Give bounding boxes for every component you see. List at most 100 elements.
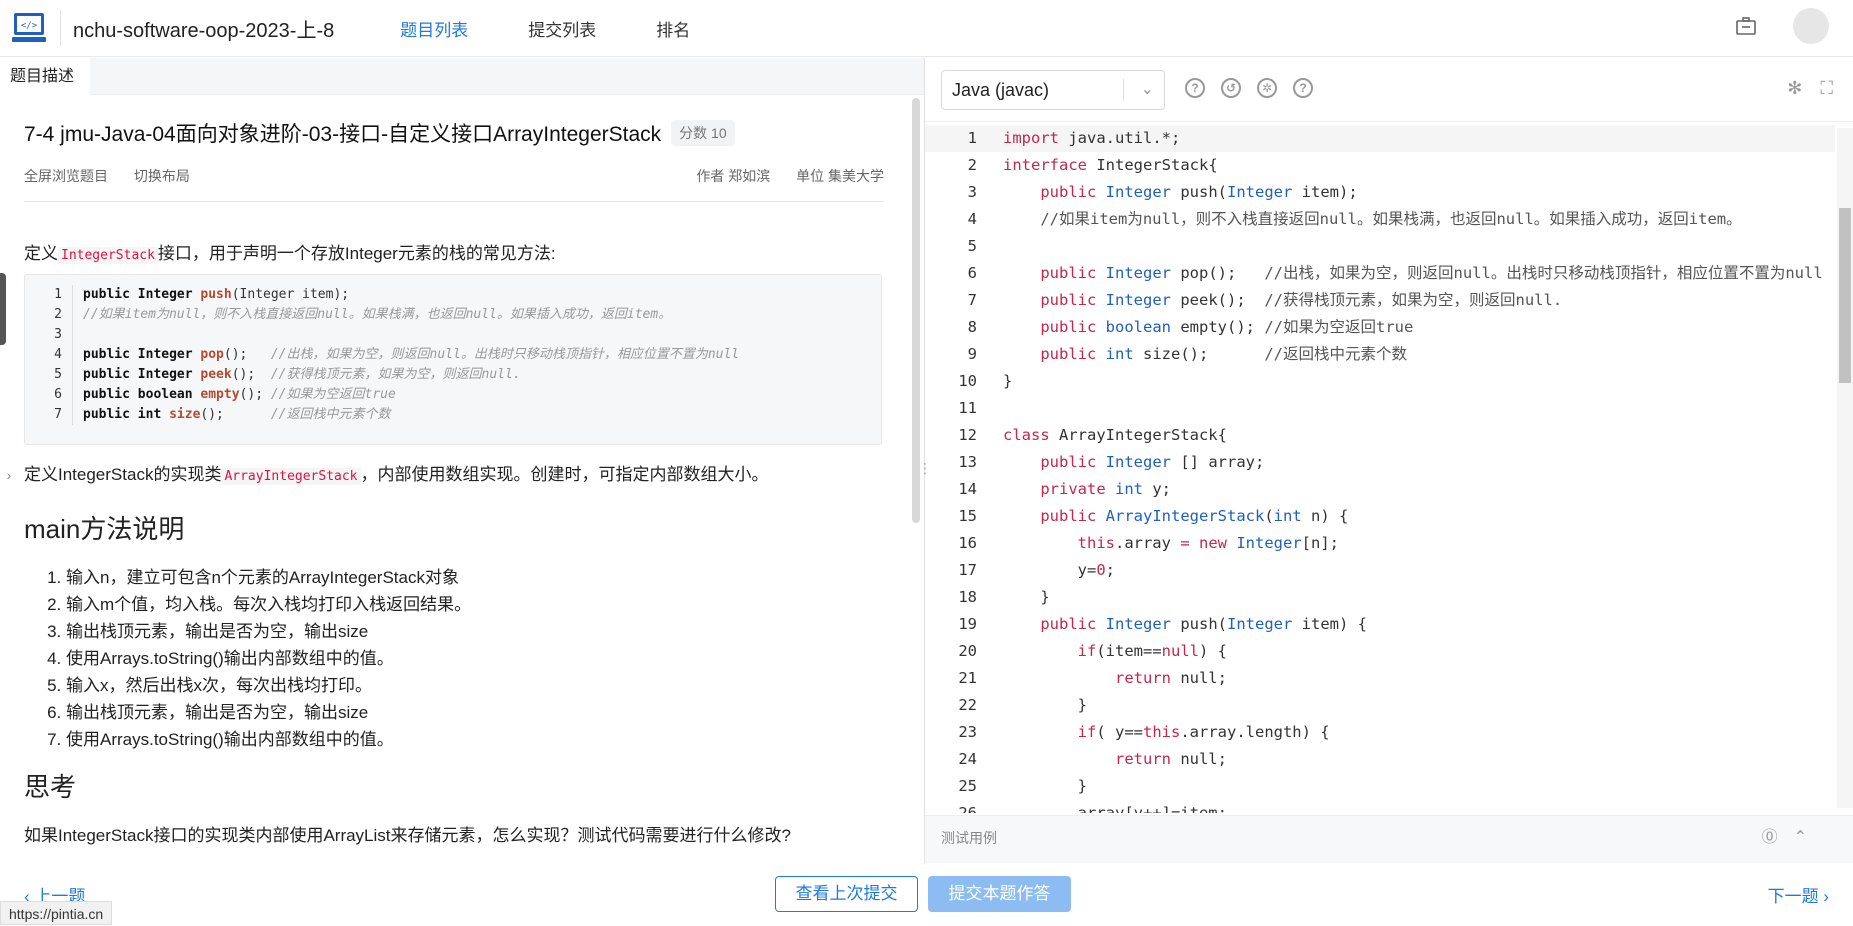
problem-title: 7-4 jmu-Java-04面向对象进阶-03-接口-自定义接口ArrayIn… bbox=[24, 123, 662, 146]
code-line: 2 //如果item为null，则不入栈直接返回null。如果栈满，也返回null… bbox=[25, 305, 881, 325]
editor-line[interactable]: 1 import java.util.*; bbox=[925, 125, 1835, 152]
submit-answer-button[interactable]: 提交本题作答 bbox=[928, 876, 1071, 912]
course-title[interactable]: nchu-software-oop-2023-上-8 bbox=[73, 14, 334, 43]
list-item: 使用Arrays.toString()输出内部数组中的值。 bbox=[66, 645, 884, 672]
editor-line[interactable]: 10} bbox=[925, 368, 1835, 395]
next-problem-link[interactable]: 下一题 › bbox=[1768, 882, 1829, 907]
next-label: 下一题 bbox=[1767, 887, 1819, 906]
problem-content: 7-4 jmu-Java-04面向对象进阶-03-接口-自定义接口ArrayIn… bbox=[24, 118, 884, 848]
para-text: 定义 bbox=[24, 244, 58, 263]
editor-line[interactable]: 26 array[y++]=item; bbox=[925, 800, 1835, 813]
line-number: 2 bbox=[25, 305, 73, 325]
problem-panel: 题目描述 7-4 jmu-Java-04面向对象进阶-03-接口-自定义接口Ar… bbox=[0, 58, 924, 925]
code-line: 3 bbox=[25, 325, 881, 345]
list-item: 输出栈顶元素，输出是否为空，输出size bbox=[66, 618, 884, 645]
code-text: return null; bbox=[1114, 669, 1227, 687]
code-line: 1 public Integer push(Integer item); bbox=[25, 285, 881, 305]
editor-line[interactable]: 8 public boolean empty(); //如果为空返回true bbox=[925, 314, 1835, 341]
pta-logo-icon[interactable]: </> bbox=[10, 10, 50, 46]
line-number: 13 bbox=[958, 453, 977, 471]
editor-line[interactable]: 23 if( y==this.array.length) { bbox=[925, 719, 1835, 746]
code-text: this.array = new Integer[n]; bbox=[1077, 534, 1339, 552]
line-number: 6 bbox=[25, 385, 73, 405]
editor-line[interactable]: 18 } bbox=[925, 584, 1835, 611]
editor-line[interactable]: 9 public int size(); //返回栈中元素个数 bbox=[925, 341, 1835, 368]
editor-line[interactable]: 21 return null; bbox=[925, 665, 1835, 692]
footer-buttons: 查看上次提交 提交本题作答 bbox=[775, 876, 1071, 912]
gear-icon[interactable]: ✲ bbox=[1257, 78, 1277, 98]
line-number: 14 bbox=[958, 480, 977, 498]
unit-label: 单位 集美大学 bbox=[796, 168, 884, 184]
problem-title-row: 7-4 jmu-Java-04面向对象进阶-03-接口-自定义接口ArrayIn… bbox=[24, 118, 884, 148]
editor-line[interactable]: 11 bbox=[925, 395, 1835, 422]
history-icon[interactable]: ↺ bbox=[1221, 78, 1241, 98]
tab-problem-description[interactable]: 题目描述 bbox=[0, 58, 90, 95]
editor-line[interactable]: 4 //如果item为null，则不入栈直接返回null。如果栈满，也返回nul… bbox=[925, 206, 1835, 233]
help-icon[interactable]: ? bbox=[1185, 78, 1205, 98]
scrollbar-thumb[interactable] bbox=[1839, 208, 1851, 383]
code-text: if( y==this.array.length) { bbox=[1077, 723, 1330, 741]
test-case-icons[interactable]: ⓪⌃ bbox=[1762, 816, 1823, 860]
editor-scrollbar[interactable] bbox=[1837, 128, 1853, 808]
editor-line[interactable]: 5 bbox=[925, 233, 1835, 260]
question-icon[interactable]: ? bbox=[1293, 78, 1313, 98]
view-last-submission-button[interactable]: 查看上次提交 bbox=[775, 876, 918, 912]
code-text: public Integer pop(); //出栈，如果为空，则返回null。… bbox=[1040, 264, 1823, 282]
switch-layout-link[interactable]: 切换布局 bbox=[134, 168, 190, 184]
code-line: 7 public int size(); //返回栈中元素个数 bbox=[25, 405, 881, 425]
status-url: https://pintia.cn bbox=[0, 901, 113, 925]
briefcase-icon[interactable] bbox=[1735, 16, 1757, 36]
test-case-bar[interactable]: 测试用例 ⓪⌃ bbox=[925, 815, 1853, 863]
code-text: public Integer peek(); //获得栈顶元素，如果为空，则返回… bbox=[1040, 291, 1563, 309]
editor-tools: ? ↺ ✲ ? bbox=[1185, 78, 1313, 98]
side-handle[interactable] bbox=[0, 273, 6, 345]
chevron-right-icon: › bbox=[1818, 887, 1829, 906]
language-select[interactable]: Java (javac) ⌄ bbox=[941, 70, 1165, 110]
editor-line[interactable]: 15 public ArrayIntegerStack(int n) { bbox=[925, 503, 1835, 530]
editor-line[interactable]: 20 if(item==null) { bbox=[925, 638, 1835, 665]
code-text: y=0; bbox=[1003, 561, 1116, 579]
bug-icon[interactable]: ✻ bbox=[1787, 78, 1802, 99]
code-text: public ArrayIntegerStack(int n) { bbox=[1040, 507, 1349, 525]
editor-line[interactable]: 14 private int y; bbox=[925, 476, 1835, 503]
fullscreen-link[interactable]: 全屏浏览题目 bbox=[24, 168, 108, 184]
nav-submission-list[interactable]: 提交列表 bbox=[528, 16, 596, 41]
editor-line[interactable]: 2 interface IntegerStack{ bbox=[925, 152, 1835, 179]
editor-toolbar: Java (javac) ⌄ ? ↺ ✲ ? ✻ ⛶ bbox=[925, 58, 1853, 122]
editor-line[interactable]: 13 public Integer [] array; bbox=[925, 449, 1835, 476]
editor-line[interactable]: 19 public Integer push(Integer item) { bbox=[925, 611, 1835, 638]
line-number: 6 bbox=[967, 264, 977, 282]
code-editor[interactable]: 1 import java.util.*; 2 interface IntegerSt… bbox=[925, 125, 1835, 813]
fullscreen-icon[interactable]: ⛶ bbox=[1820, 78, 1833, 99]
editor-line[interactable]: 17 y=0; bbox=[925, 557, 1835, 584]
chevron-right-icon[interactable]: › bbox=[0, 462, 18, 488]
editor-line[interactable]: 25 } bbox=[925, 773, 1835, 800]
nav-ranking[interactable]: 排名 bbox=[656, 16, 690, 41]
editor-line[interactable]: 16 this.array = new Integer[n]; bbox=[925, 530, 1835, 557]
code-text: import java.util.*; bbox=[1003, 129, 1181, 147]
avatar[interactable] bbox=[1793, 8, 1829, 44]
editor-line[interactable]: 7 public Integer peek(); //获得栈顶元素，如果为空，则… bbox=[925, 287, 1835, 314]
line-number: 20 bbox=[958, 642, 977, 660]
code-text: } bbox=[1003, 372, 1013, 390]
code-text: } bbox=[1003, 777, 1087, 795]
line-number: 2 bbox=[967, 156, 977, 174]
editor-line[interactable]: 22 } bbox=[925, 692, 1835, 719]
editor-line[interactable]: 6 public Integer pop(); //出栈，如果为空，则返回nul… bbox=[925, 260, 1835, 287]
code-text: //如果item为null，则不入栈直接返回null。如果栈满，也返回null。… bbox=[1040, 210, 1742, 228]
think-paragraph: 如果IntegerStack接口的实现类内部使用ArrayList来存储元素，怎… bbox=[24, 826, 791, 845]
code-text: interface IntegerStack{ bbox=[1003, 156, 1218, 174]
code-text: class ArrayIntegerStack{ bbox=[1003, 426, 1227, 444]
editor-line[interactable]: 3 public Integer push(Integer item); bbox=[925, 179, 1835, 206]
inline-code: ArrayIntegerStack bbox=[221, 468, 361, 485]
code-line: 6 public boolean empty(); //如果为空返回true bbox=[25, 385, 881, 405]
nav-problem-list[interactable]: 题目列表 bbox=[400, 16, 468, 41]
line-number: 24 bbox=[958, 750, 977, 768]
editor-line[interactable]: 12 class ArrayIntegerStack{ bbox=[925, 422, 1835, 449]
editor-panel: Java (javac) ⌄ ? ↺ ✲ ? ✻ ⛶ 1 import java.… bbox=[925, 58, 1853, 863]
description-paragraph: 定义 IntegerStack 接口，用于声明一个存放Integer元素的栈的常见方… bbox=[24, 242, 884, 268]
line-number: 5 bbox=[967, 237, 977, 255]
editor-line[interactable]: 24 return null; bbox=[925, 746, 1835, 773]
